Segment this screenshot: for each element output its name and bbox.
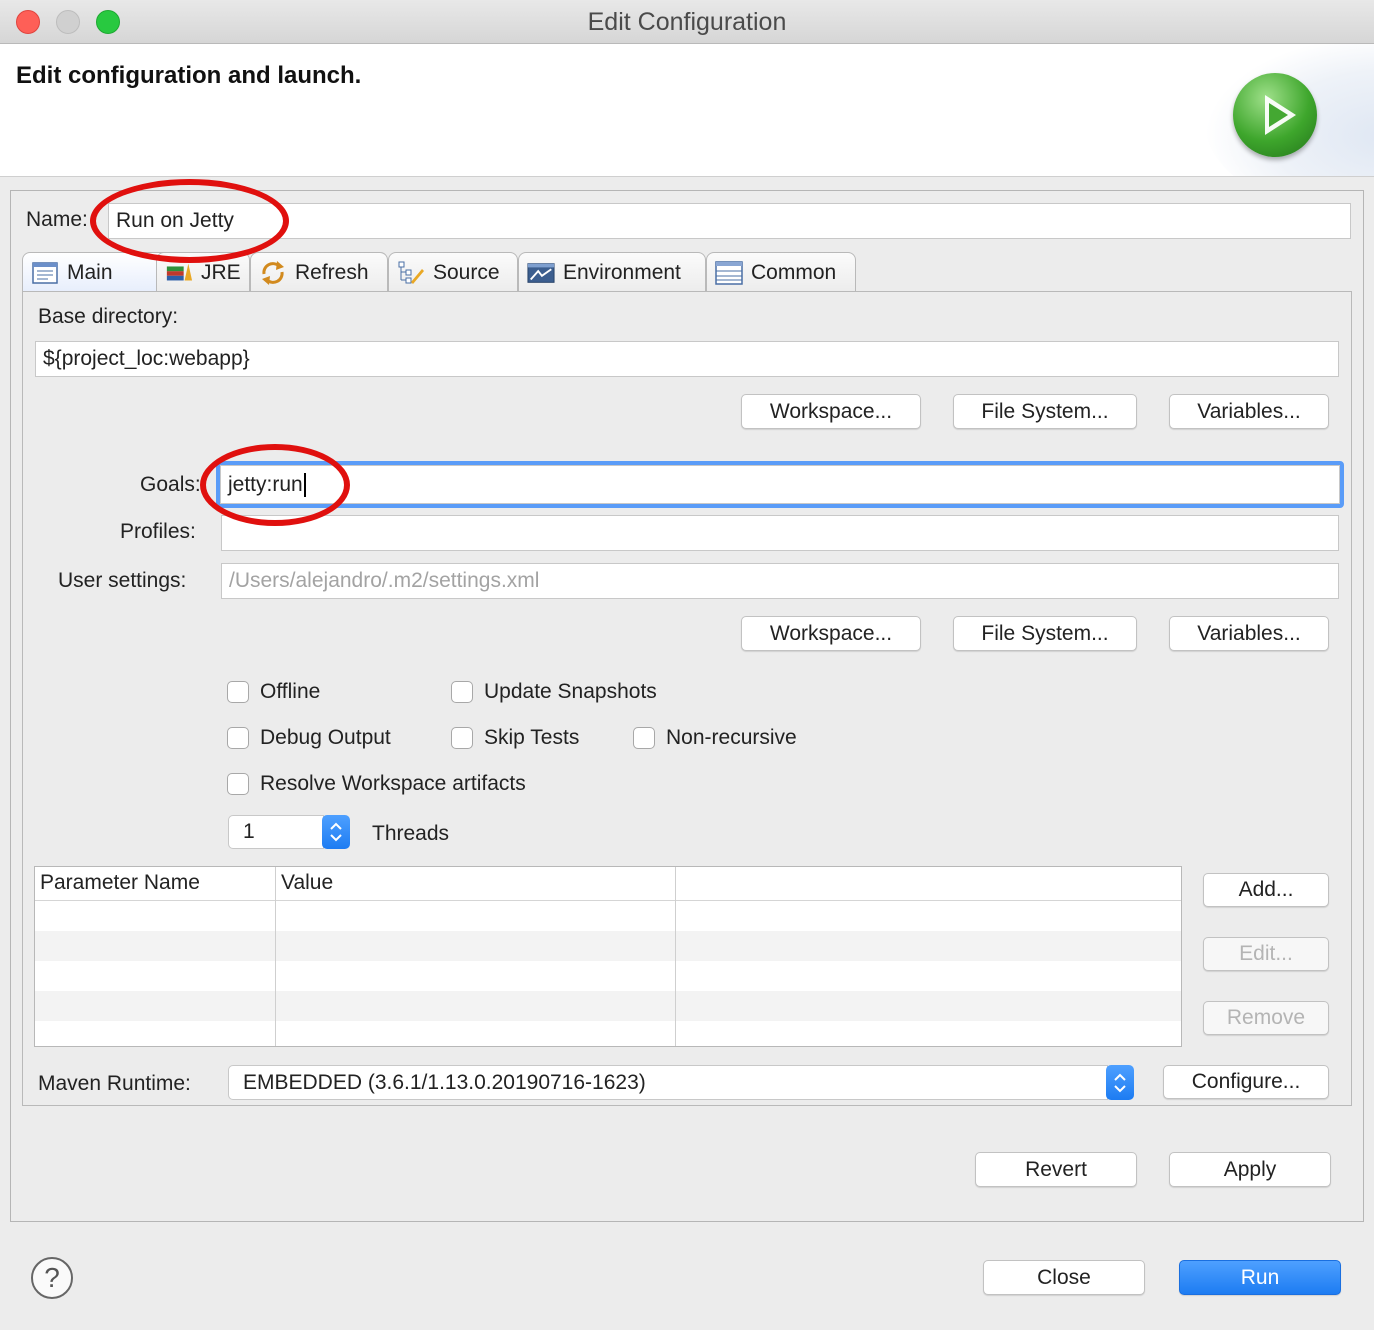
tab-label: Refresh xyxy=(295,260,369,284)
run-button[interactable]: Run xyxy=(1179,1260,1341,1295)
non-recursive-checkbox[interactable] xyxy=(633,727,655,749)
help-icon[interactable]: ? xyxy=(31,1257,73,1299)
tab-jre[interactable]: JRE xyxy=(156,252,250,292)
remove-parameter-button[interactable]: Remove xyxy=(1203,1001,1329,1035)
table-header xyxy=(35,867,1181,901)
environment-window-icon xyxy=(527,260,555,286)
table-row xyxy=(35,991,1181,1021)
resolve-workspace-checkbox[interactable] xyxy=(227,773,249,795)
skip-tests-label: Skip Tests xyxy=(484,726,580,749)
revert-button[interactable]: Revert xyxy=(975,1152,1137,1187)
debug-output-label: Debug Output xyxy=(260,726,391,749)
column-divider xyxy=(675,867,676,1046)
tab-common[interactable]: Common xyxy=(706,252,856,292)
goals-label: Goals: xyxy=(140,473,201,496)
close-button[interactable]: Close xyxy=(983,1260,1145,1295)
profiles-label: Profiles: xyxy=(120,520,196,543)
column-header-value[interactable]: Value xyxy=(281,871,333,895)
source-tree-pencil-icon xyxy=(397,260,425,286)
maven-runtime-select[interactable]: EMBEDDED (3.6.1/1.13.0.20190716-1623) xyxy=(228,1065,1108,1100)
base-workspace-button[interactable]: Workspace... xyxy=(741,394,921,429)
chevron-up-down-icon xyxy=(1114,1073,1126,1092)
refresh-arrows-icon xyxy=(259,260,287,286)
tab-label: Main xyxy=(67,260,113,284)
dialog-header: Edit configuration and launch. xyxy=(0,44,1374,177)
stepper-arrows-icon xyxy=(330,822,342,842)
parameter-table[interactable]: Parameter Name Value xyxy=(34,866,1182,1047)
table-row xyxy=(35,931,1181,961)
maven-runtime-label: Maven Runtime: xyxy=(38,1072,191,1095)
tab-label: JRE xyxy=(201,260,241,284)
name-input[interactable]: Run on Jetty xyxy=(108,203,1351,239)
window-title: Edit Configuration xyxy=(587,8,787,36)
tab-label: Environment xyxy=(563,260,681,284)
base-variables-button[interactable]: Variables... xyxy=(1169,394,1329,429)
settings-variables-button[interactable]: Variables... xyxy=(1169,616,1329,651)
run-launch-icon xyxy=(1233,73,1317,157)
add-parameter-button[interactable]: Add... xyxy=(1203,873,1329,907)
resolve-workspace-label: Resolve Workspace artifacts xyxy=(260,772,526,795)
edit-parameter-button[interactable]: Edit... xyxy=(1203,937,1329,971)
tab-source[interactable]: Source xyxy=(388,252,518,292)
configure-runtime-button[interactable]: Configure... xyxy=(1163,1065,1329,1099)
common-table-icon xyxy=(715,260,743,286)
base-file-system-button[interactable]: File System... xyxy=(953,394,1137,429)
column-divider xyxy=(275,867,276,1046)
offline-checkbox[interactable] xyxy=(227,681,249,703)
header-title: Edit configuration and launch. xyxy=(16,62,362,89)
tab-label: Common xyxy=(751,260,837,284)
jre-books-icon xyxy=(165,260,193,286)
text-cursor xyxy=(303,472,306,497)
threads-stepper[interactable] xyxy=(322,815,350,849)
update-snapshots-label: Update Snapshots xyxy=(484,680,657,703)
skip-tests-checkbox[interactable] xyxy=(451,727,473,749)
title-bar: Edit Configuration xyxy=(0,0,1374,44)
tab-main[interactable]: Main xyxy=(22,252,172,292)
update-snapshots-checkbox[interactable] xyxy=(451,681,473,703)
user-settings-label: User settings: xyxy=(58,569,187,592)
threads-label: Threads xyxy=(372,822,450,845)
tab-environment[interactable]: Environment xyxy=(518,252,706,292)
goals-value: jetty:run xyxy=(228,472,303,496)
non-recursive-label: Non-recursive xyxy=(666,726,797,749)
column-header-parameter-name[interactable]: Parameter Name xyxy=(40,871,200,895)
profiles-input[interactable] xyxy=(221,515,1339,551)
offline-label: Offline xyxy=(260,680,321,703)
settings-workspace-button[interactable]: Workspace... xyxy=(741,616,921,651)
main-tab-icon xyxy=(31,260,59,286)
debug-output-checkbox[interactable] xyxy=(227,727,249,749)
name-label: Name: xyxy=(26,208,88,231)
apply-button[interactable]: Apply xyxy=(1169,1152,1331,1187)
base-directory-input[interactable]: ${project_loc:webapp} xyxy=(35,341,1339,377)
threads-input[interactable]: 1 xyxy=(228,815,324,849)
base-directory-label: Base directory: xyxy=(38,305,179,328)
tab-label: Source xyxy=(433,260,500,284)
maven-runtime-dropdown-button[interactable] xyxy=(1106,1065,1134,1100)
goals-input[interactable]: jetty:run xyxy=(220,465,1340,504)
settings-file-system-button[interactable]: File System... xyxy=(953,616,1137,651)
user-settings-input[interactable]: /Users/alejandro/.m2/settings.xml xyxy=(221,563,1339,599)
tab-refresh[interactable]: Refresh xyxy=(250,252,388,292)
